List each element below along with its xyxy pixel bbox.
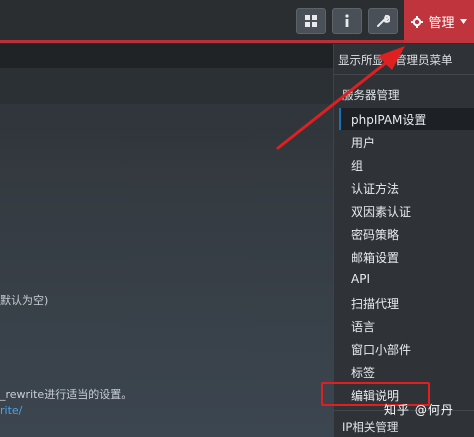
annotation-arrow — [276, 46, 405, 150]
zhihu-watermark: 知乎 @何丹 — [384, 403, 454, 417]
